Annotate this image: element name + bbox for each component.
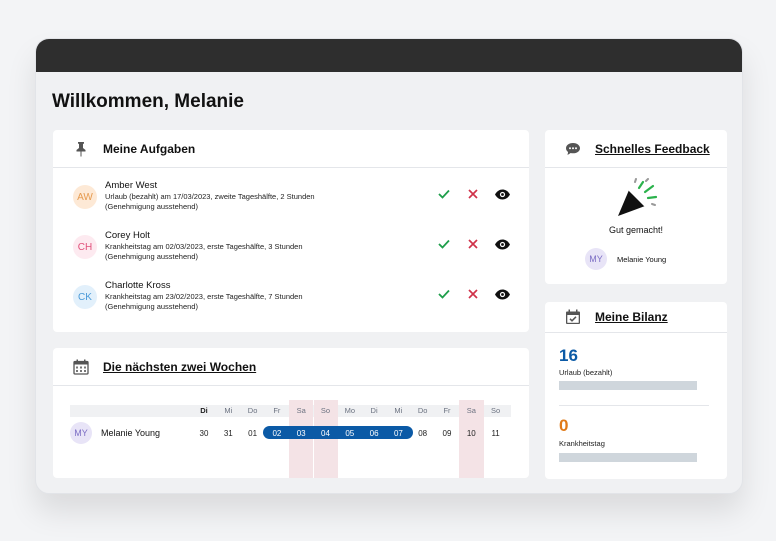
window-titlebar [36, 39, 742, 72]
app-window: Willkommen, Melanie Meine Aufgaben AW Amb… [35, 38, 743, 494]
calendar-icon [67, 359, 95, 375]
view-eye-icon[interactable] [493, 285, 511, 303]
balance-bar [559, 453, 697, 462]
balance-divider [559, 405, 709, 406]
schedule-title[interactable]: Die nächsten zwei Wochen [103, 360, 256, 374]
day-label: Sa [466, 406, 476, 415]
feedback-card-header: Schnelles Feedback [545, 130, 727, 168]
reject-close-icon[interactable] [464, 185, 482, 203]
day-label: Fr [273, 406, 281, 415]
balance-bar [559, 381, 697, 390]
view-eye-icon[interactable] [493, 235, 511, 253]
reject-close-icon[interactable] [464, 285, 482, 303]
task-employee-name: Amber West [105, 180, 158, 191]
day-label: Di [370, 406, 378, 415]
view-eye-icon[interactable] [493, 185, 511, 203]
avatar: MY [585, 248, 607, 270]
feedback-user-name: Melanie Young [617, 255, 667, 264]
calendar-check-icon [559, 309, 587, 325]
task-item: AW Amber West Urlaub (bezahlt) am 17/03/20… [73, 179, 531, 219]
tasks-title: Meine Aufgaben [103, 141, 196, 156]
task-description: Urlaub (bezahlt) am 17/03/2023, zweite T… [105, 192, 315, 211]
balance-label: Urlaub (bezahlt) [559, 368, 613, 377]
day-number: 10 [466, 429, 476, 438]
schedule-user-name: Melanie Young [101, 428, 161, 438]
task-employee-name: Corey Holt [105, 230, 150, 241]
day-label: Do [417, 406, 428, 415]
balance-title[interactable]: Meine Bilanz [595, 310, 668, 324]
task-description: Krankheitstag am 02/03/2023, erste Tages… [105, 242, 303, 261]
avatar: AW [73, 185, 97, 209]
avatar: MY [70, 422, 92, 444]
day-number: 07 [393, 429, 403, 438]
balance-card: Meine Bilanz 16 Urlaub (bezahlt) 0 Krank… [545, 302, 727, 479]
tasks-card: Meine Aufgaben AW Amber West Urlaub (bezah… [53, 130, 529, 332]
day-label: Sa [296, 406, 306, 415]
tasks-card-header: Meine Aufgaben [53, 130, 529, 168]
day-number: 01 [248, 429, 258, 438]
balance-value: 16 [559, 346, 578, 365]
day-number: 08 [418, 429, 428, 438]
page-title: Willkommen, Melanie [52, 91, 244, 112]
task-item: CH Corey Holt Krankheitstag am 02/03/2023,… [73, 229, 531, 269]
feedback-card: Schnelles Feedback Gut gemacht! MY Melan… [545, 130, 727, 284]
feedback-title[interactable]: Schnelles Feedback [595, 142, 710, 156]
day-number: 05 [345, 429, 355, 438]
approve-check-icon[interactable] [435, 235, 453, 253]
avatar: CK [73, 285, 97, 309]
task-description: Krankheitstag am 23/02/2023, erste Tages… [105, 292, 303, 311]
schedule-card: Die nächsten zwei Wochen Di 30 Mi 31 Do 01 Fr 0… [53, 348, 529, 478]
schedule-card-header: Die nächsten zwei Wochen [53, 348, 529, 386]
approve-check-icon[interactable] [435, 285, 453, 303]
day-number: 09 [442, 429, 452, 438]
day-label: So [491, 406, 501, 415]
balance-value: 0 [559, 416, 569, 435]
day-number: 30 [199, 429, 209, 438]
day-label: So [320, 406, 331, 415]
task-item: CK Charlotte Kross Krankheitstag am 23/02/… [73, 279, 531, 319]
day-label: Di [200, 406, 208, 415]
day-label: Mo [344, 406, 355, 415]
day-number: 06 [369, 429, 379, 438]
day-label: Do [247, 406, 258, 415]
day-number: 04 [321, 429, 330, 438]
day-number: 02 [272, 429, 282, 438]
balance-card-header: Meine Bilanz [545, 302, 727, 333]
chat-bubble-icon [559, 142, 587, 156]
balance-label: Krankheitstag [559, 439, 605, 448]
day-label: Mi [394, 406, 403, 415]
day-label: Fr [443, 406, 451, 415]
pin-icon [67, 141, 95, 157]
party-popper-icon [615, 178, 659, 223]
reject-close-icon[interactable] [464, 235, 482, 253]
day-number: 03 [296, 429, 306, 438]
day-label: Mi [224, 406, 233, 415]
approve-check-icon[interactable] [435, 185, 453, 203]
task-employee-name: Charlotte Kross [105, 280, 171, 291]
day-number: 11 [491, 429, 500, 438]
day-number: 31 [223, 429, 233, 438]
avatar: CH [73, 235, 97, 259]
feedback-message: Gut gemacht! [608, 225, 664, 235]
